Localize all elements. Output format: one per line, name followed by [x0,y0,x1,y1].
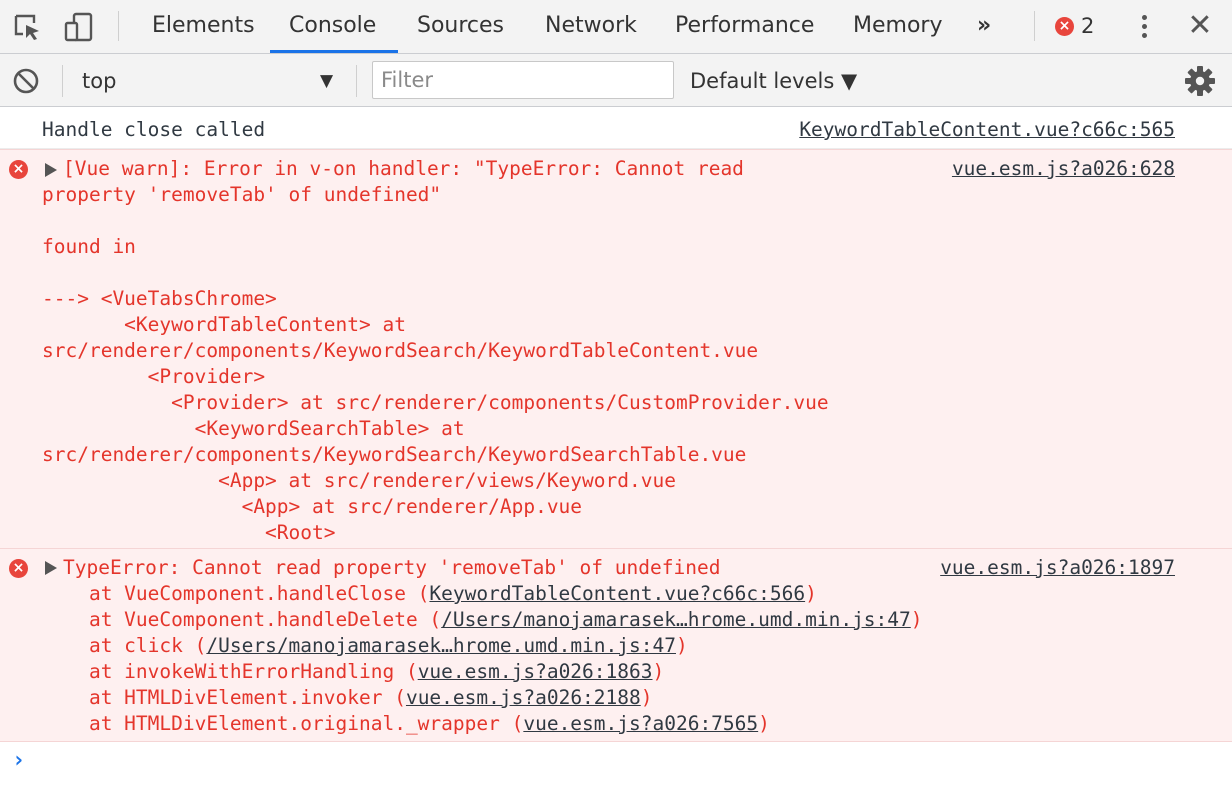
error-line: property 'removeTab' of undefined" [42,183,442,206]
stack-frame: at HTMLDivElement.original._wrapper (vue… [42,712,770,735]
log-text: Handle close called [42,118,266,141]
active-tab-indicator [270,50,398,53]
stack-frame-link[interactable]: KeywordTableContent.vue?c66c:566 [429,582,805,605]
source-link[interactable]: KeywordTableContent.vue?c66c:565 [799,117,1175,143]
tab-sources[interactable]: Sources [417,0,504,53]
clear-console-icon[interactable] [12,67,40,95]
expand-triangle-icon[interactable] [45,163,57,177]
log-levels-dropdown[interactable]: Default levels ▼ [690,67,857,95]
stack-frame: at click (/Users/manojamarasek…hrome.umd… [42,634,688,657]
device-toolbar-icon[interactable] [62,10,96,44]
error-line: <Provider> at src/renderer/components/Cu… [42,391,829,414]
error-line: ---> <VueTabsChrome> [42,287,277,310]
filter-input[interactable] [372,61,674,99]
console-message-error: × vue.esm.js?a026:628 [Vue warn]: Error … [0,149,1232,549]
console-toolbar: top ▼ Default levels ▼ [0,54,1232,107]
error-line: <Provider> [42,365,266,388]
error-line: found in [42,235,136,258]
error-count: 2 [1081,14,1095,38]
more-tabs-icon[interactable]: » [977,10,991,42]
error-line: src/renderer/components/KeywordSearch/Ke… [42,339,759,362]
stack-frame: at HTMLDivElement.invoker (vue.esm.js?a0… [42,686,653,709]
kebab-menu-icon[interactable] [1142,12,1148,42]
tab-console[interactable]: Console [289,0,376,53]
tab-network[interactable]: Network [545,0,637,53]
console-prompt-icon[interactable]: › [12,748,25,774]
stack-frame-link[interactable]: /Users/manojamarasek…hrome.umd.min.js:47 [206,634,676,657]
error-icon: × [9,160,28,179]
error-icon: × [1055,16,1074,36]
error-line: [Vue warn]: Error in v-on handler: "Type… [63,157,744,180]
toolbar-separator [356,65,357,97]
error-line: <KeywordSearchTable> at [42,417,465,440]
stack-frame-link[interactable]: /Users/manojamarasek…hrome.umd.min.js:47 [441,608,911,631]
stack-frame-link[interactable]: vue.esm.js?a026:1863 [418,660,653,683]
console-messages: Handle close called KeywordTableContent.… [0,107,1232,742]
error-icon: × [9,559,28,578]
stack-frame-link[interactable]: vue.esm.js?a026:2188 [406,686,641,709]
chevron-down-icon[interactable]: ▼ [320,68,333,94]
tab-memory[interactable]: Memory [853,0,942,53]
toolbar-separator [118,11,119,41]
error-counter[interactable]: × 2 [1055,12,1094,40]
tab-elements[interactable]: Elements [152,0,255,53]
stack-frame: at invokeWithErrorHandling (vue.esm.js?a… [42,660,665,683]
console-message-error: × vue.esm.js?a026:1897 TypeError: Cannot… [0,549,1232,742]
toolbar-separator [1034,11,1035,41]
error-line: <Root> [42,521,336,544]
devtools-tabbar: Elements Console Sources Network Perform… [0,0,1232,54]
inspect-element-icon[interactable] [10,10,44,44]
close-icon[interactable]: ✕ [1184,10,1216,42]
console-message-log: Handle close called KeywordTableContent.… [0,107,1232,149]
gear-icon[interactable] [1184,65,1216,97]
error-line: <App> at src/renderer/App.vue [42,495,583,518]
source-link[interactable]: vue.esm.js?a026:1897 [940,555,1175,581]
error-line: <KeywordTableContent> at [42,313,406,336]
error-headline: TypeError: Cannot read property 'removeT… [63,556,721,579]
tab-performance[interactable]: Performance [675,0,814,53]
toolbar-separator [62,65,63,97]
stack-frame-link[interactable]: vue.esm.js?a026:7565 [523,712,758,735]
error-line: <App> at src/renderer/views/Keyword.vue [42,469,676,492]
stack-frame: at VueComponent.handleClose (KeywordTabl… [42,582,817,605]
context-selector[interactable]: top [82,67,342,95]
source-link[interactable]: vue.esm.js?a026:628 [952,156,1175,182]
error-line: src/renderer/components/KeywordSearch/Ke… [42,443,747,466]
expand-triangle-icon[interactable] [45,561,57,575]
stack-frame: at VueComponent.handleDelete (/Users/man… [42,608,923,631]
